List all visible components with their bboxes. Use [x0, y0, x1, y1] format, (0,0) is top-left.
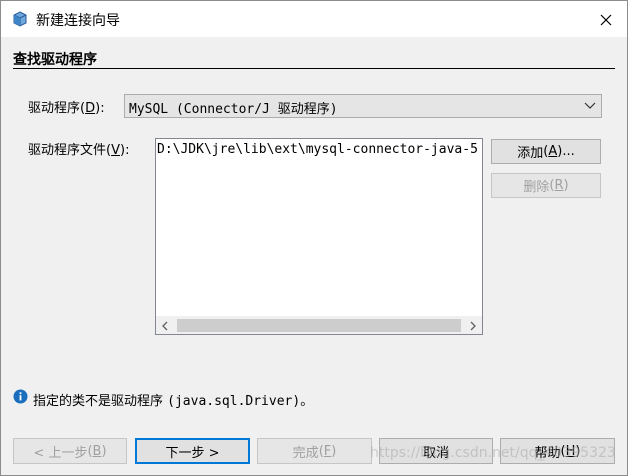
add-driver-button[interactable]: 添加(A)... — [491, 139, 601, 164]
driver-files-list[interactable]: D:\JDK\jre\lib\ext\mysql-connector-java-… — [155, 138, 483, 335]
title-bar: 新建连接向导 — [1, 1, 627, 37]
status-message: 指定的类不是驱动程序 (java.sql.Driver)。 — [33, 394, 314, 409]
info-icon — [13, 389, 28, 404]
scroll-right-button[interactable] — [464, 317, 482, 334]
scroll-thumb[interactable] — [177, 319, 461, 332]
driver-files-label: 驱动程序文件(V): — [28, 143, 130, 158]
close-icon — [600, 14, 611, 26]
window-title: 新建连接向导 — [36, 13, 120, 29]
database-icon — [12, 11, 28, 27]
back-button[interactable]: < 上一步(B) — [13, 438, 127, 464]
watermark: https://blog.csdn.net/qq_40395323 — [370, 445, 616, 461]
driver-select-value: MySQL (Connector/J 驱动程序) — [129, 102, 338, 117]
list-item[interactable]: D:\JDK\jre\lib\ext\mysql-connector-java-… — [157, 142, 478, 157]
section-title: 查找驱动程序 — [13, 52, 97, 68]
next-button[interactable]: 下一步 > — [135, 438, 250, 464]
driver-select[interactable]: MySQL (Connector/J 驱动程序) — [124, 94, 602, 118]
section-divider — [13, 68, 615, 69]
horizontal-scrollbar[interactable] — [156, 316, 482, 334]
finish-button[interactable]: 完成(F) — [257, 438, 372, 464]
chevron-right-icon — [470, 321, 476, 331]
chevron-down-icon — [584, 102, 596, 109]
driver-label: 驱动程序(D): — [28, 101, 105, 116]
scroll-left-button[interactable] — [156, 317, 174, 334]
remove-driver-button[interactable]: 删除(R) — [491, 173, 601, 198]
chevron-left-icon — [162, 321, 168, 331]
close-button[interactable] — [583, 2, 628, 38]
